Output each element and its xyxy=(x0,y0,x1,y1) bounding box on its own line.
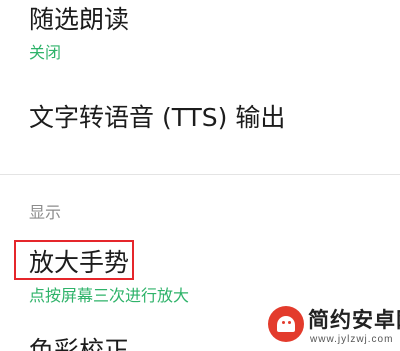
tts-output-title: 文字转语音 (TTS) 输出 xyxy=(29,103,286,132)
annotation-highlight-box xyxy=(14,240,134,280)
select-to-speak-title: 随选朗读 xyxy=(29,5,130,34)
tts-output-item[interactable]: 文字转语音 (TTS) 输出 xyxy=(0,80,400,160)
color-correction-title: 色彩校正 xyxy=(29,336,130,351)
watermark-url: www.jylzwj.com xyxy=(310,334,394,345)
display-section-header: 显示 xyxy=(29,203,62,222)
section-divider xyxy=(0,174,400,175)
android-logo-icon xyxy=(268,306,304,342)
site-watermark: 简约安卓网 www.jylzwj.com xyxy=(268,300,400,351)
select-to-speak-summary: 关闭 xyxy=(29,43,62,62)
watermark-site-name: 简约安卓网 xyxy=(308,308,400,332)
magnification-gesture-summary: 点按屏幕三次进行放大 xyxy=(29,286,190,305)
select-to-speak-item[interactable]: 随选朗读 关闭 xyxy=(0,0,400,70)
accessibility-settings-screen: 随选朗读 关闭 文字转语音 (TTS) 输出 显示 放大手势 点按屏幕三次进行放… xyxy=(0,0,400,351)
